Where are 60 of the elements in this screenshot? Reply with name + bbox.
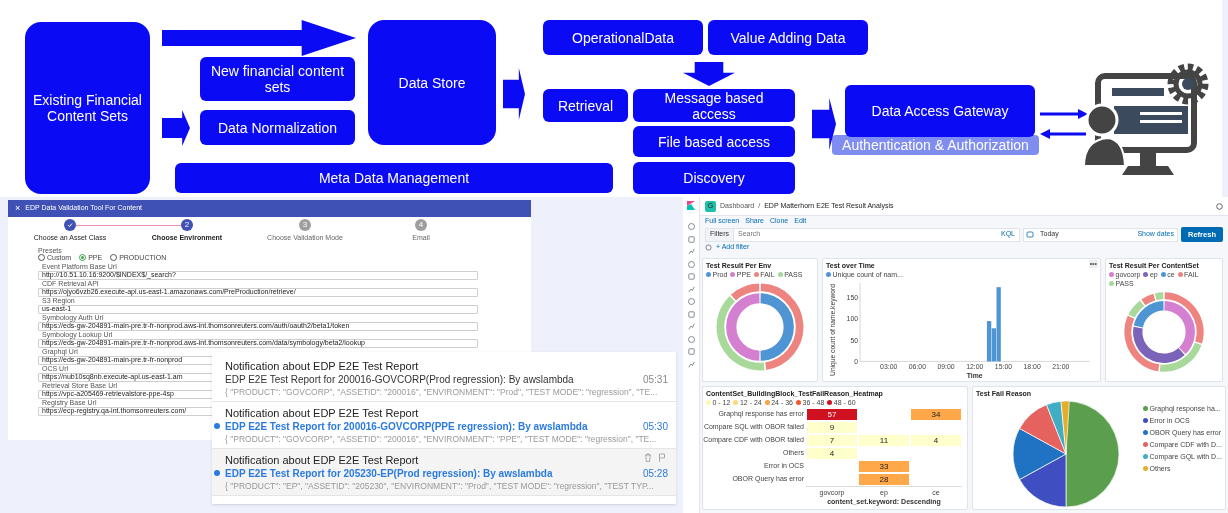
heatmap-cell: 7 — [806, 434, 858, 447]
diagram-node: Data Normalization — [200, 110, 355, 145]
heatmap-cell: 57 — [806, 408, 858, 421]
notification-time: 05:28 — [642, 467, 668, 481]
square-icon[interactable] — [687, 273, 695, 280]
line-chart-icon[interactable] — [687, 285, 695, 293]
notification-preview: { "PRODUCT": "GOVCORP", "ASSETID": "200016", "ENVIRONMENT": "PPE", "TEST MODE": "regression", "TE... — [225, 433, 657, 446]
flag-icon[interactable] — [658, 453, 666, 462]
heatmap-cell: 34 — [910, 408, 962, 421]
diagram-node: Discovery — [633, 162, 795, 194]
notification-time: 05:31 — [642, 373, 668, 387]
diagram-node: Data Store — [368, 20, 496, 145]
notification-title: Notification about EDP E2E Test Report — [225, 454, 419, 467]
circle-icon[interactable] — [687, 335, 695, 343]
diagram-node: Value Adding Data — [708, 20, 868, 55]
calendar-icon — [1026, 231, 1035, 238]
diagram-node: File based access — [633, 126, 795, 157]
step-indicator: 2 — [181, 219, 193, 231]
notification-item[interactable] — [212, 449, 676, 496]
step-indicator: 3 — [299, 219, 311, 231]
heatmap-cell: 4 — [910, 434, 962, 447]
diagram-node: Retrieval — [543, 89, 628, 122]
block-arrow — [812, 98, 836, 150]
block-arrow — [162, 110, 190, 146]
diagram-node: Data Access Gateway — [845, 85, 1035, 137]
diagram-node: OperationalData — [543, 20, 703, 55]
arrow — [1040, 109, 1088, 119]
square-icon[interactable] — [687, 235, 695, 243]
line-chart-icon[interactable] — [687, 323, 695, 330]
notification-time: 05:30 — [642, 420, 668, 434]
line-chart-icon[interactable] — [687, 248, 695, 255]
heatmap-cell: 33 — [858, 460, 910, 473]
diagram-node: Message based access — [633, 89, 795, 122]
heatmap-cell: 4 — [806, 447, 858, 460]
line-chart-icon[interactable] — [687, 360, 695, 368]
diagram-node: New financial content sets — [200, 57, 355, 101]
notification-item[interactable] — [212, 402, 676, 449]
circle-icon[interactable] — [687, 223, 695, 230]
notification-subject: EDP E2E Test Report for 205230-EP(Prod regression): By awslambda — [225, 467, 553, 481]
logo-icon — [687, 201, 695, 210]
notification-subject: EDP E2E Test Report for 200016-GOVCORP(PPE regression): By awslambda — [225, 420, 588, 434]
square-icon[interactable] — [687, 348, 695, 355]
heatmap-cell: 11 — [858, 434, 910, 447]
auth-band: Authentication & Authorization — [832, 135, 1039, 155]
block-arrow — [683, 62, 735, 86]
circle-icon[interactable] — [687, 260, 695, 268]
trash-icon[interactable] — [644, 453, 652, 462]
square-icon[interactable] — [687, 310, 695, 318]
arrow — [1040, 129, 1086, 139]
step-indicator: 4 — [415, 219, 427, 231]
diagram-node: Meta Data Management — [175, 163, 613, 193]
heatmap-cell: 9 — [806, 421, 858, 434]
block-arrow — [503, 68, 525, 120]
circle-icon[interactable] — [687, 298, 695, 305]
diagram-node: Existing Financial Content Sets — [25, 22, 150, 194]
heatmap-cell: 28 — [858, 473, 910, 486]
notification-preview: { "PRODUCT": "EP", "ASSETID": "205230", "ENVIRONMENT": "Prod", "TEST MODE": "regression", "TEST TYP... — [225, 480, 654, 493]
close-button[interactable]: × — [15, 204, 21, 213]
notification-item[interactable] — [212, 355, 676, 402]
notification-title: Notification about EDP E2E Test Report — [225, 360, 419, 373]
